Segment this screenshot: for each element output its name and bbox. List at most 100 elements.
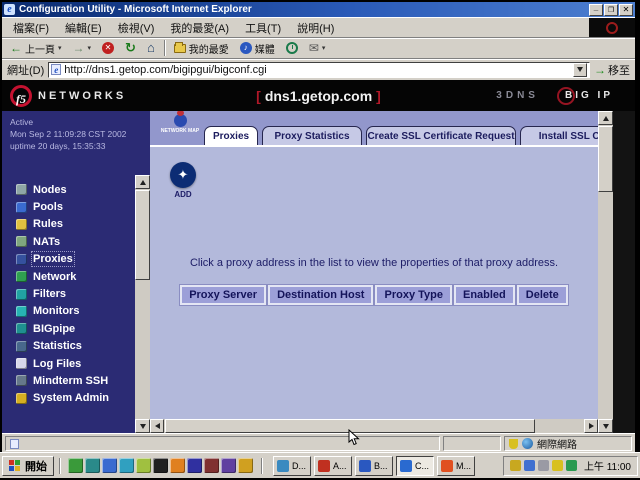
tab-proxies[interactable]: Proxies [204, 126, 258, 145]
title-bar[interactable]: e Configuration Utility - Microsoft Inte… [2, 2, 635, 17]
menu-favorites[interactable]: 我的最愛(A) [163, 18, 236, 38]
minimize-button[interactable] [589, 4, 603, 16]
taskbar-window-button-2[interactable]: A... [314, 456, 352, 476]
history-button[interactable] [282, 41, 302, 55]
col-destination-host[interactable]: Destination Host [268, 285, 373, 305]
tray-icon[interactable] [524, 460, 535, 471]
log-files-icon [16, 358, 27, 369]
sidebar-item-mindterm-ssh[interactable]: Mindterm SSH [16, 372, 132, 389]
tab-create-ssl-certificate-request[interactable]: Create SSL Certificate Request [366, 126, 516, 145]
quick-launch-icon[interactable] [204, 458, 219, 473]
address-dropdown-button[interactable] [573, 63, 587, 77]
go-label: 移至 [608, 62, 630, 78]
menu-tools[interactable]: 工具(T) [238, 18, 288, 38]
ie-window: e Configuration Utility - Microsoft Inte… [2, 2, 635, 452]
sidebar-item-monitors[interactable]: Monitors [16, 303, 132, 320]
col-proxy-type[interactable]: Proxy Type [375, 285, 452, 305]
content-scroll-down-button[interactable] [598, 419, 613, 433]
start-button[interactable]: 開始 [2, 456, 54, 476]
sidebar-scroll-up-button[interactable] [135, 175, 150, 189]
hostname: dns1.getop.com [261, 88, 376, 104]
sidebar-item-proxies[interactable]: Proxies [16, 251, 132, 268]
network-map-button[interactable]: NETWORK MAP [160, 114, 200, 134]
content-hscrollbar[interactable] [150, 419, 598, 433]
stop-button[interactable] [98, 41, 118, 55]
add-proxy-button[interactable] [170, 162, 196, 188]
content-scroll-right-button[interactable] [584, 419, 598, 433]
quick-launch-icon[interactable] [170, 458, 185, 473]
sidebar-scrollbar[interactable] [135, 175, 150, 433]
sidebar-item-statistics[interactable]: Statistics [16, 338, 132, 355]
col-delete[interactable]: Delete [517, 285, 568, 305]
security-zone-icon [509, 439, 518, 449]
address-input[interactable] [64, 64, 570, 76]
status-active: Active [10, 116, 150, 128]
sidebar-item-rules[interactable]: Rules [16, 216, 132, 233]
content-vscrollbar-thumb[interactable] [598, 126, 613, 192]
content-scroll-up-button[interactable] [598, 111, 613, 125]
menu-edit[interactable]: 編輯(E) [58, 18, 109, 38]
back-button[interactable]: ← 上一頁 ▾ [6, 40, 66, 57]
tray-icon[interactable] [566, 460, 577, 471]
menu-view[interactable]: 檢視(V) [111, 18, 162, 38]
quick-launch-icon[interactable] [85, 458, 100, 473]
window-title: Configuration Utility - Microsoft Intern… [19, 4, 588, 15]
media-button[interactable]: 媒體 [236, 40, 279, 57]
quick-launch-icon[interactable] [68, 458, 83, 473]
window-icon [400, 460, 412, 472]
menu-help[interactable]: 說明(H) [290, 18, 341, 38]
taskbar-window-button-3[interactable]: B... [355, 456, 393, 476]
system-admin-icon [16, 393, 27, 404]
volume-icon[interactable] [510, 460, 521, 471]
maximize-button[interactable] [604, 4, 618, 16]
windows-flag-icon [9, 460, 21, 471]
taskbar-window-button-4[interactable]: C... [396, 456, 434, 476]
go-button[interactable]: 移至 [594, 62, 630, 78]
sidebar-item-nodes[interactable]: Nodes [16, 181, 132, 198]
quick-launch-icon[interactable] [238, 458, 253, 473]
sidebar-item-nats[interactable]: NATs [16, 233, 132, 250]
forward-dropdown-icon[interactable]: ▾ [88, 44, 92, 52]
col-proxy-server[interactable]: Proxy Server [180, 285, 266, 305]
sidebar-scrollbar-thumb[interactable] [135, 190, 150, 280]
sidebar-item-log-files[interactable]: Log Files [16, 355, 132, 372]
taskbar-window-button-1[interactable]: D... [273, 456, 311, 476]
task-buttons: D... A... B... C... M... [273, 456, 475, 476]
quick-launch-icon[interactable] [119, 458, 134, 473]
sidebar-item-network[interactable]: Network [16, 268, 132, 285]
quick-launch-icon[interactable] [153, 458, 168, 473]
taskbar-window-button-5[interactable]: M... [437, 456, 475, 476]
sidebar-scroll-down-button[interactable] [135, 419, 150, 433]
taskbar: 開始 D... A... B... C... M... [0, 452, 640, 478]
refresh-button[interactable] [121, 41, 140, 55]
quick-launch-icon[interactable] [102, 458, 117, 473]
sidebar-item-bigpipe[interactable]: BIGpipe [16, 320, 132, 337]
toolbar-separator [164, 40, 165, 56]
sidebar-item-filters[interactable]: Filters [16, 285, 132, 302]
status-datetime: Mon Sep 2 11:09:28 CST 2002 [10, 128, 150, 140]
tab-proxy-statistics[interactable]: Proxy Statistics [262, 126, 362, 145]
mail-button[interactable]: ▾ [305, 41, 330, 55]
tray-icon[interactable] [538, 460, 549, 471]
home-button[interactable] [143, 41, 159, 55]
bigpipe-icon [16, 323, 27, 334]
tray-icon[interactable] [552, 460, 563, 471]
quick-launch-icon[interactable] [136, 458, 151, 473]
menu-file[interactable]: 檔案(F) [6, 18, 56, 38]
quick-launch-icon[interactable] [187, 458, 202, 473]
back-dropdown-icon[interactable]: ▾ [58, 44, 62, 52]
content-scroll-left-button[interactable] [150, 419, 164, 433]
favorites-button[interactable]: 我的最愛 [170, 40, 233, 57]
col-enabled[interactable]: Enabled [454, 285, 515, 305]
close-button[interactable] [619, 4, 633, 16]
mail-dropdown-icon[interactable]: ▾ [322, 44, 326, 52]
sidebar-item-pools[interactable]: Pools [16, 198, 132, 215]
content-vscrollbar[interactable] [598, 111, 613, 433]
quick-launch-icon[interactable] [221, 458, 236, 473]
tab-install-ssl-certificate[interactable]: Install SSL Certifi [520, 126, 598, 145]
window-icon [359, 460, 371, 472]
system-tray: 上午 11:00 [503, 456, 638, 476]
mindterm-ssh-icon [16, 375, 27, 386]
forward-button[interactable]: → ▾ [69, 41, 96, 55]
sidebar-item-system-admin[interactable]: System Admin [16, 390, 132, 407]
